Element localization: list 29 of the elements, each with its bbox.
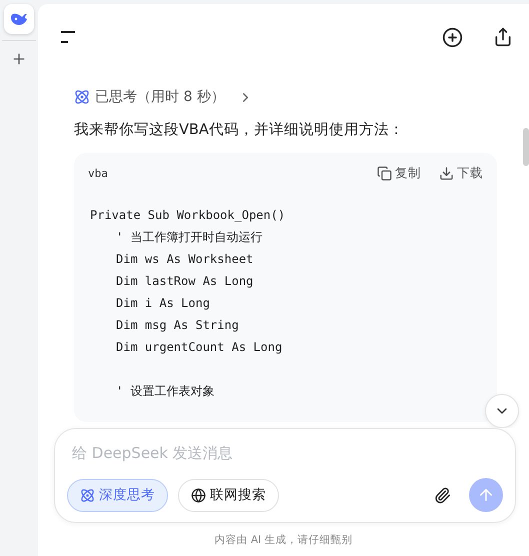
logo-button[interactable] [4, 4, 34, 34]
new-chat-icon[interactable] [11, 51, 27, 67]
copy-icon [377, 166, 392, 181]
code-language: vba [88, 167, 109, 180]
menu-icon[interactable] [60, 31, 76, 43]
globe-icon [191, 488, 206, 502]
web-search-toggle[interactable]: 联网搜索 [178, 478, 279, 512]
answer-text: 我来帮你写这段VBA代码，并详细说明使用方法： [74, 120, 405, 139]
code-line: Private Sub Workbook_Open() [89, 207, 286, 224]
whale-icon [10, 12, 28, 26]
code-line: Dim ws As Worksheet [115, 251, 254, 268]
atom-icon [80, 488, 95, 502]
share-icon[interactable] [493, 27, 513, 47]
code-line: ' 设置工作表对象 [115, 383, 216, 400]
atom-icon [74, 89, 90, 105]
code-line: Dim lastRow As Long [115, 273, 254, 290]
new-chat-icon[interactable] [442, 26, 463, 48]
copy-button[interactable]: 复制 [377, 165, 421, 182]
thinking-toggle[interactable]: 已思考（用时 8 秒） [74, 88, 253, 106]
code-line: Dim urgentCount As Long [115, 339, 284, 356]
code-line: Dim msg As String [115, 317, 240, 334]
code-line: ' 当工作簿打开时自动运行 [115, 229, 264, 246]
disclaimer-text: 内容由 AI 生成，请仔细甄别 [214, 533, 354, 547]
download-button[interactable]: 下载 [439, 165, 483, 182]
scrollbar[interactable] [523, 128, 529, 166]
code-line: Dim i As Long [115, 295, 211, 312]
attach-icon[interactable] [434, 486, 451, 504]
download-icon [439, 166, 454, 181]
deep-think-toggle[interactable]: 深度思考 [67, 478, 168, 512]
